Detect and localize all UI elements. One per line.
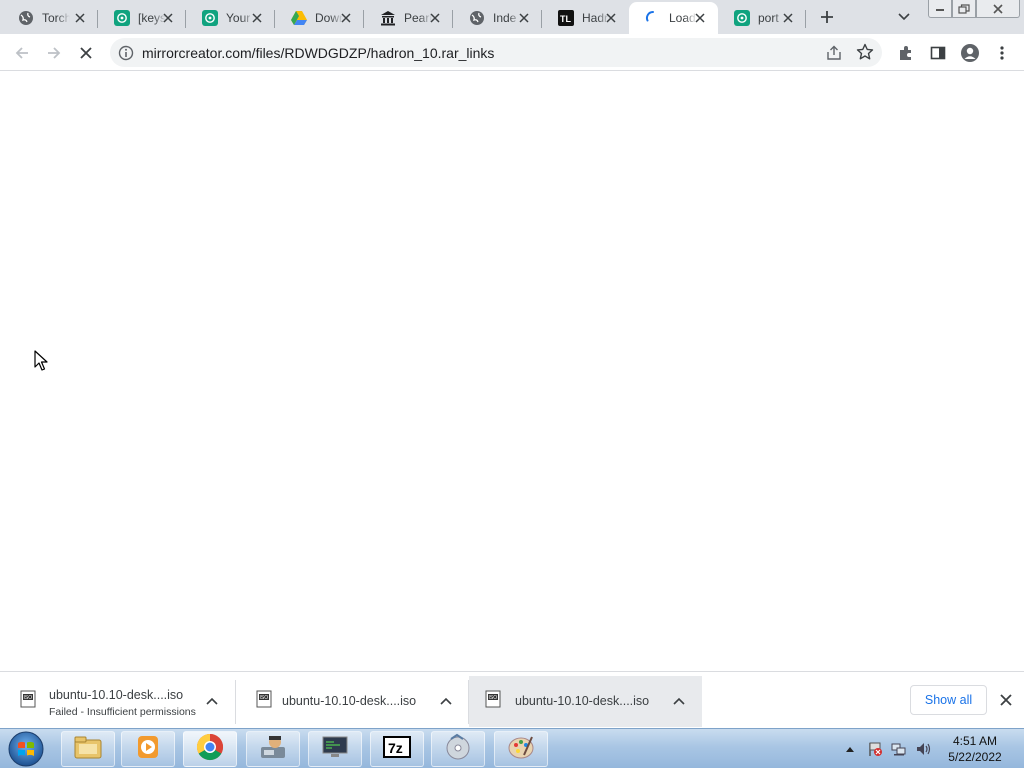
mouse-cursor-icon <box>34 350 48 371</box>
paint-palette-icon <box>506 733 536 766</box>
download-shelf: ISO ubuntu-10.10-desk....iso Failed - In… <box>0 671 1024 728</box>
close-icon[interactable] <box>338 10 354 26</box>
svg-text:ISO: ISO <box>489 695 498 701</box>
start-button[interactable] <box>6 730 46 768</box>
globe-icon <box>18 10 34 26</box>
iso-file-icon: ISO <box>20 690 36 708</box>
taskbar-explorer[interactable] <box>61 731 115 767</box>
tab-hadr[interactable]: TL Hadr <box>542 2 629 34</box>
page-content[interactable] <box>0 71 1024 671</box>
close-window-button[interactable] <box>976 0 1020 18</box>
tab-inde[interactable]: Inde <box>453 2 542 34</box>
tab-pearl[interactable]: Pearl <box>364 2 453 34</box>
new-tab-button[interactable] <box>816 6 838 28</box>
side-panel-icon[interactable] <box>926 41 950 65</box>
close-icon[interactable] <box>249 10 265 26</box>
chevron-up-icon[interactable] <box>439 694 453 708</box>
profile-avatar-icon[interactable] <box>958 41 982 65</box>
system-clock[interactable]: 4:51 AM 5/22/2022 <box>940 733 1010 765</box>
close-icon[interactable] <box>692 10 708 26</box>
openai-icon <box>734 10 750 26</box>
forward-button[interactable] <box>42 41 66 65</box>
stop-loading-button[interactable] <box>74 41 98 65</box>
download-item[interactable]: ISO ubuntu-10.10-desk....iso <box>469 676 702 727</box>
tab-torch[interactable]: Torch <box>2 2 98 34</box>
extensions-puzzle-icon[interactable] <box>894 41 918 65</box>
browser-toolbar: mirrorcreator.com/files/RDWDGDZP/hadron_… <box>0 34 1024 71</box>
show-hidden-icons-button[interactable] <box>843 729 857 768</box>
action-center-flag-icon[interactable] <box>866 729 884 768</box>
download-status: Failed - Insufficient permissions <box>49 706 196 718</box>
download-filename: ubuntu-10.10-desk....iso <box>49 688 184 702</box>
close-icon[interactable] <box>72 10 88 26</box>
museum-icon <box>380 10 396 26</box>
tab-divider <box>805 10 806 28</box>
monitor-icon <box>320 734 350 765</box>
taskbar-7zip[interactable]: 7z <box>370 731 424 767</box>
menu-kebab-icon[interactable] <box>990 41 1014 65</box>
download-filename: ubuntu-10.10-desk....iso <box>515 694 650 708</box>
download-item[interactable]: ISO ubuntu-10.10-desk....iso <box>236 676 469 727</box>
tab-strip: Torch [keys] Your Down Pearl <box>0 0 1024 34</box>
restore-button[interactable] <box>952 0 976 18</box>
taskbar-disc-burner[interactable] <box>431 731 485 767</box>
taskbar-media-player[interactable] <box>121 731 175 767</box>
svg-text:ISO: ISO <box>260 695 269 701</box>
drive-icon <box>291 10 307 26</box>
svg-text:7z: 7z <box>388 740 403 756</box>
chevron-up-icon[interactable] <box>205 694 219 708</box>
svg-text:ISO: ISO <box>24 695 33 701</box>
tl-icon: TL <box>558 10 574 26</box>
iso-file-icon: ISO <box>256 690 272 708</box>
minimize-button[interactable] <box>928 0 952 18</box>
volume-speaker-icon[interactable] <box>914 729 932 768</box>
disc-icon <box>443 733 473 766</box>
folder-icon <box>73 734 103 765</box>
tab-down[interactable]: Down <box>275 2 364 34</box>
close-icon[interactable] <box>160 10 176 26</box>
bookmark-star-icon[interactable] <box>856 43 874 61</box>
close-icon[interactable] <box>516 10 532 26</box>
media-player-icon <box>134 733 162 766</box>
address-bar[interactable]: mirrorcreator.com/files/RDWDGDZP/hadron_… <box>110 38 882 67</box>
tab-search-button[interactable] <box>895 8 913 26</box>
tab-load[interactable]: Load <box>629 2 718 34</box>
clock-time: 4:51 AM <box>952 734 998 748</box>
url-text[interactable]: mirrorcreator.com/files/RDWDGDZP/hadron_… <box>142 45 494 61</box>
tab-keys[interactable]: [keys] <box>98 2 186 34</box>
svg-text:TL: TL <box>560 14 571 24</box>
close-icon[interactable] <box>780 10 796 26</box>
globe-icon <box>469 10 485 26</box>
site-info-icon[interactable] <box>118 45 134 61</box>
chrome-icon <box>195 732 225 767</box>
iso-file-icon: ISO <box>485 690 501 708</box>
taskbar-app[interactable] <box>246 731 300 767</box>
show-all-downloads-button[interactable]: Show all <box>910 685 987 715</box>
share-icon[interactable] <box>825 44 843 62</box>
taskbar-chrome[interactable] <box>183 731 237 767</box>
taskbar-terminal[interactable] <box>308 731 362 767</box>
close-icon[interactable] <box>427 10 443 26</box>
back-button[interactable] <box>10 41 34 65</box>
download-item[interactable]: ISO ubuntu-10.10-desk....iso Failed - In… <box>0 676 236 727</box>
windows-taskbar: 7z 4:51 AM 5/22/2022 <box>0 728 1024 768</box>
close-icon[interactable] <box>603 10 619 26</box>
openai-icon <box>114 10 130 26</box>
close-shelf-icon[interactable] <box>998 692 1014 708</box>
network-icon[interactable] <box>890 729 908 768</box>
loading-spinner-icon <box>645 10 661 26</box>
7zip-icon: 7z <box>382 734 412 765</box>
tab-your[interactable]: Your <box>186 2 275 34</box>
chevron-up-icon[interactable] <box>672 694 686 708</box>
clock-date: 5/22/2022 <box>948 750 1002 764</box>
download-filename: ubuntu-10.10-desk....iso <box>282 694 417 708</box>
tab-title: Torch <box>42 11 70 25</box>
user-computer-icon <box>258 733 288 766</box>
taskbar-paint[interactable] <box>494 731 548 767</box>
tab-port[interactable]: port <box>718 2 806 34</box>
openai-icon <box>202 10 218 26</box>
